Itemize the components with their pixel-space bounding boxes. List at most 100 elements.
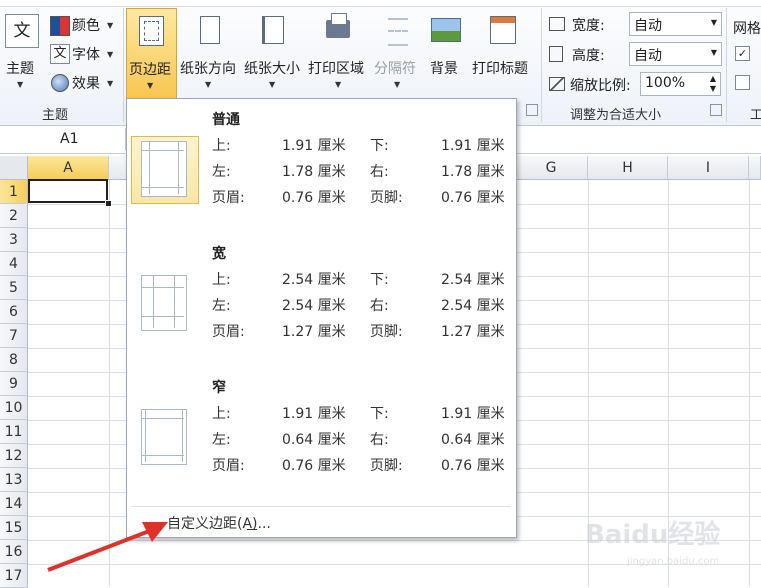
size-label: 纸张大小	[244, 61, 300, 77]
group-separator	[541, 8, 542, 122]
gridlines-label: 网格	[733, 21, 761, 37]
print-area-dropdown-icon: ▼	[335, 80, 342, 89]
header-value: 1.27 厘米	[282, 324, 346, 340]
fonts-button[interactable]: 文 字体 ▼	[48, 43, 122, 65]
left-label: 左:	[212, 164, 231, 180]
fill-handle[interactable]	[105, 200, 112, 207]
watermark-text: Baidu经验	[585, 520, 721, 550]
page-guide-lines	[142, 150, 184, 188]
preset-name: 窄	[212, 380, 226, 396]
right-label: 右:	[370, 432, 389, 448]
row-header-1[interactable]: 1	[0, 180, 28, 204]
bottom-label: 下:	[370, 138, 389, 154]
view-gridlines-checkbox[interactable]: ✓	[735, 46, 750, 61]
footer-value: 0.76 厘米	[441, 458, 505, 474]
print-gridlines-checkbox[interactable]	[735, 75, 750, 90]
print-titles-icon-header	[491, 17, 515, 23]
margins-dropdown-icon: ▼	[147, 81, 154, 90]
bottom-label: 下:	[370, 406, 389, 422]
name-box[interactable]: A1	[0, 128, 126, 150]
header-label: 页眉:	[212, 458, 245, 474]
row-header-17[interactable]: 17	[0, 564, 28, 588]
row-header-12[interactable]: 12	[0, 444, 28, 468]
scale-launcher-icon[interactable]	[710, 104, 722, 116]
orientation-dropdown-icon: ▼	[205, 80, 212, 89]
select-all-corner[interactable]	[0, 156, 28, 180]
row-header-10[interactable]: 10	[0, 396, 28, 420]
bottom-value: 1.91 厘米	[441, 406, 505, 422]
column-header-i[interactable]: I	[668, 156, 749, 180]
row-header-4[interactable]: 4	[0, 252, 28, 276]
print-titles-button[interactable]: 打印标题	[470, 8, 536, 97]
margins-button[interactable]: 页边距 ▼	[126, 8, 177, 99]
height-label: 高度:	[572, 48, 605, 64]
column-header-j[interactable]	[749, 156, 761, 180]
breaks-button[interactable]: 分隔符 ▼	[372, 8, 424, 97]
print-area-button[interactable]: 打印区域 ▼	[306, 8, 370, 97]
row-header-6[interactable]: 6	[0, 300, 28, 324]
spin-down-icon[interactable]: ▼	[710, 84, 716, 93]
scale-label: 缩放比例:	[570, 78, 631, 94]
orientation-button[interactable]: 纸张方向 ▼	[178, 8, 240, 97]
custom-margins-menu-item[interactable]: 自定义边距(A)...	[167, 513, 271, 533]
header-label: 页眉:	[212, 190, 245, 206]
footer-value: 0.76 厘米	[441, 190, 505, 206]
active-cell-a1[interactable]	[28, 179, 108, 203]
effects-label: 效果	[72, 76, 100, 92]
background-label: 背景	[430, 61, 458, 77]
row-header-2[interactable]: 2	[0, 204, 28, 228]
left-value: 1.78 厘米	[282, 164, 346, 180]
orientation-icon	[200, 16, 220, 44]
size-button[interactable]: 纸张大小 ▼	[242, 8, 304, 97]
scale-spinner[interactable]: 100% ▲ ▼	[640, 72, 721, 96]
column-header-a[interactable]: A	[28, 156, 109, 180]
colors-label: 颜色	[72, 18, 100, 34]
printer-icon	[326, 13, 350, 38]
column-header-h[interactable]: H	[588, 156, 668, 180]
custom-margins-accelerator-underline	[247, 529, 257, 530]
name-box-value: A1	[60, 131, 79, 147]
row-header-9[interactable]: 9	[0, 372, 28, 396]
annotation-arrow	[47, 522, 168, 572]
fonts-label: 字体	[72, 47, 100, 63]
row-header-15[interactable]: 15	[0, 516, 28, 540]
row-header-11[interactable]: 11	[0, 420, 28, 444]
row-header-5[interactable]: 5	[0, 276, 28, 300]
breaks-label: 分隔符	[374, 61, 416, 77]
colors-button[interactable]: 颜色 ▼	[48, 14, 122, 36]
group-separator	[726, 8, 727, 122]
column-header-g[interactable]: G	[515, 156, 588, 180]
ribbon-tab-strip	[0, 0, 761, 7]
row-header-14[interactable]: 14	[0, 492, 28, 516]
height-icon	[549, 46, 563, 62]
fonts-dropdown-icon: ▼	[107, 50, 114, 59]
theme-group-label: 主题	[42, 108, 69, 123]
top-label: 上:	[212, 272, 231, 288]
row-header-3[interactable]: 3	[0, 228, 28, 252]
themes-button[interactable]: 文 主题 ▼	[2, 8, 42, 93]
page-setup-launcher-icon[interactable]	[526, 104, 538, 116]
orientation-label: 纸张方向	[180, 61, 236, 77]
height-select[interactable]: 自动 ▼	[629, 42, 722, 66]
width-value: 自动	[634, 18, 662, 34]
watermark-sub: jingyan.baidu.com	[627, 556, 720, 567]
watermark: Baidu经验 jingyan.baidu.com	[585, 512, 755, 582]
column-header-b[interactable]	[109, 156, 127, 180]
margin-preset-wide[interactable]: 宽 上: 2.54 厘米 下: 2.54 厘米 左: 2.54 厘米 右: 2.…	[128, 237, 515, 371]
row-header-13[interactable]: 13	[0, 468, 28, 492]
breaks-icon-line	[388, 30, 408, 32]
effects-button[interactable]: 效果 ▼	[48, 72, 122, 94]
row-header-16[interactable]: 16	[0, 540, 28, 564]
width-dropdown-icon: ▼	[710, 18, 717, 27]
margins-dropdown-menu: 普通 上: 1.91 厘米 下: 1.91 厘米 左: 1.78 厘米 右: 1…	[126, 98, 517, 538]
width-select[interactable]: 自动 ▼	[629, 12, 722, 36]
margin-preset-narrow[interactable]: 窄 上: 1.91 厘米 下: 1.91 厘米 左: 0.64 厘米 右: 0.…	[128, 371, 515, 505]
colors-dropdown-icon: ▼	[107, 21, 114, 30]
row-header-8[interactable]: 8	[0, 348, 28, 372]
footer-label: 页脚:	[370, 324, 403, 340]
background-button[interactable]: 背景	[426, 8, 466, 97]
margin-preset-normal[interactable]: 普通 上: 1.91 厘米 下: 1.91 厘米 左: 1.78 厘米 右: 1…	[128, 101, 515, 235]
row-header-7[interactable]: 7	[0, 324, 28, 348]
preset-name: 宽	[212, 246, 226, 262]
spin-up-icon[interactable]: ▲	[710, 74, 716, 83]
